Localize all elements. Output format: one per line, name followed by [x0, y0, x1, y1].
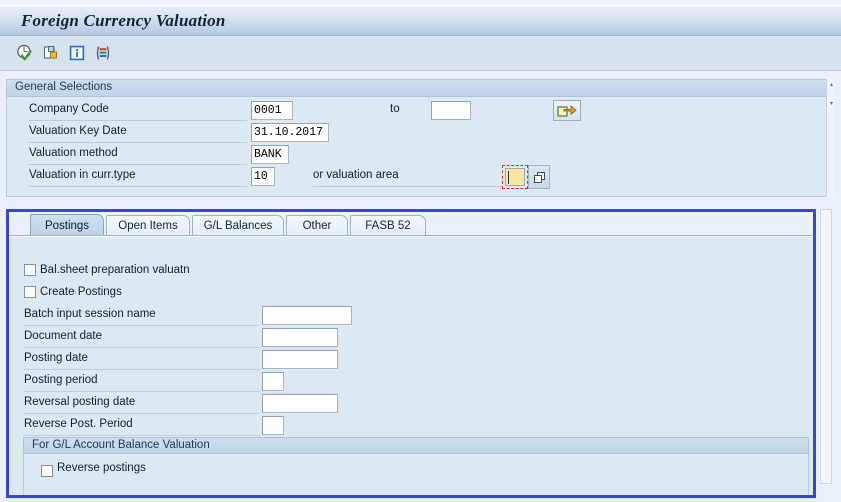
application-toolbar — [0, 36, 841, 71]
input-valuation-area-wrapper[interactable] — [502, 165, 528, 189]
row-valuation-curr-type: Valuation in curr.type or valuation area — [7, 166, 834, 188]
row-reverse-post-period: Reverse Post. Period — [9, 415, 799, 437]
checkbox-create-postings[interactable] — [24, 286, 36, 298]
information-icon[interactable] — [66, 42, 88, 64]
page-scrollbar[interactable] — [820, 209, 832, 484]
row-posting-period: Posting period — [9, 371, 799, 393]
execute-icon[interactable] — [14, 42, 36, 64]
input-batch-input-session-name[interactable] — [262, 306, 352, 325]
tab-other-label: Other — [302, 220, 332, 232]
label-balsheet-preparation-valuation: Bal.sheet preparation valuatn — [40, 264, 190, 276]
tab-strip: Postings Open Items G/L Balances Other F… — [9, 212, 813, 236]
tab-gl-balances[interactable]: G/L Balances — [192, 215, 284, 236]
row-valuation-key-date: Valuation Key Date — [7, 122, 834, 144]
label-valuation-key-date: Valuation Key Date — [29, 125, 127, 137]
label-reverse-postings: Reverse postings — [57, 462, 146, 474]
tab-gl-balances-label: G/L Balances — [203, 220, 273, 232]
tab-fasb-52[interactable]: FASB 52 — [350, 215, 426, 236]
input-posting-date[interactable] — [262, 350, 338, 369]
sap-gui-window: Foreign Currency Valuation General Selec… — [0, 0, 841, 502]
group-header-gl-account-balance-valuation: For G/L Account Balance Valuation — [23, 437, 809, 454]
tab-postings-label: Postings — [44, 219, 90, 232]
label-company-code: Company Code — [29, 103, 109, 115]
input-valuation-area[interactable] — [505, 168, 525, 186]
group-title-gl-account-balance-valuation: For G/L Account Balance Valuation — [32, 439, 210, 451]
label-posting-date: Posting date — [24, 352, 88, 364]
tab-other[interactable]: Other — [286, 215, 348, 236]
row-balsheet-prep-valuation: Bal.sheet preparation valuatn — [9, 261, 799, 283]
general-selections-title: General Selections — [15, 81, 113, 93]
multiple-selection-button[interactable] — [528, 165, 550, 189]
general-selections-header: General Selections — [7, 80, 834, 97]
label-or-valuation-area: or valuation area — [313, 169, 399, 181]
row-posting-date: Posting date — [9, 349, 799, 371]
input-reversal-posting-date[interactable] — [262, 394, 338, 413]
scroll-down-icon[interactable]: ▾ — [828, 101, 835, 108]
row-valuation-method: Valuation method — [7, 144, 834, 166]
tab-postings[interactable]: Postings — [30, 214, 104, 236]
label-create-postings: Create Postings — [40, 286, 122, 298]
tab-fasb-52-label: FASB 52 — [365, 220, 411, 232]
input-posting-period[interactable] — [262, 372, 284, 391]
tab-open-items-label: Open Items — [118, 220, 178, 232]
window-bottom-strip — [0, 498, 841, 502]
input-valuation-curr-type[interactable] — [251, 167, 275, 186]
text-caret — [508, 171, 509, 184]
row-document-date: Document date — [9, 327, 799, 349]
row-reversal-posting-date: Reversal posting date — [9, 393, 799, 415]
label-batch-input-session-name: Batch input session name — [24, 308, 156, 320]
tab-open-items[interactable]: Open Items — [106, 215, 190, 236]
selection-options-icon[interactable] — [92, 42, 114, 64]
group-body-gl-account-balance-valuation: Reverse postings — [23, 454, 809, 495]
page-title: Foreign Currency Valuation — [21, 11, 226, 30]
label-posting-period: Posting period — [24, 374, 98, 386]
label-valuation-method: Valuation method — [29, 147, 118, 159]
label-reverse-post-period: Reverse Post. Period — [24, 418, 133, 430]
label-document-date: Document date — [24, 330, 102, 342]
general-selections-scrollbar[interactable]: ▴ ▾ — [826, 79, 835, 197]
row-batch-input-session-name: Batch input session name — [9, 305, 799, 327]
input-valuation-key-date[interactable] — [251, 123, 329, 142]
checkbox-reverse-postings[interactable] — [41, 465, 53, 477]
row-company-code: Company Code to — [7, 100, 834, 122]
tab-panel-postings: Bal.sheet preparation valuatn Create Pos… — [9, 236, 813, 495]
multiple-selection-icon[interactable] — [40, 42, 62, 64]
input-valuation-method[interactable] — [251, 145, 289, 164]
general-selections-body: Company Code to Valuation Key Date Valua… — [7, 98, 834, 196]
input-document-date[interactable] — [262, 328, 338, 347]
row-create-postings: Create Postings — [9, 283, 799, 305]
dynamic-selections-button[interactable] — [553, 100, 581, 121]
general-selections-panel: General Selections Company Code to Valua… — [6, 79, 835, 197]
input-company-code-from[interactable] — [251, 101, 293, 120]
input-reverse-post-period[interactable] — [262, 416, 284, 435]
window-title-bar: Foreign Currency Valuation — [0, 5, 841, 36]
checkbox-balsheet-preparation-valuation[interactable] — [24, 264, 36, 276]
tab-container: Postings Open Items G/L Balances Other F… — [6, 209, 816, 498]
label-reversal-posting-date: Reversal posting date — [24, 396, 136, 408]
scroll-up-icon[interactable]: ▴ — [828, 82, 835, 89]
input-company-code-to[interactable] — [431, 101, 471, 120]
label-company-code-to: to — [390, 103, 400, 115]
label-valuation-curr-type: Valuation in curr.type — [29, 169, 136, 181]
